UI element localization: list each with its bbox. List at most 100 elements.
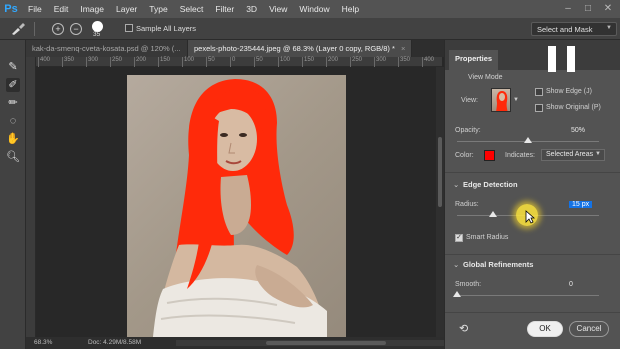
chevron-down-icon: ▼ [595, 151, 601, 157]
show-edge-label: Show Edge (J) [546, 88, 592, 95]
smart-radius-checkbox[interactable]: ✓ [455, 234, 463, 242]
mouse-pointer-icon [525, 210, 535, 224]
scrollbar-thumb[interactable] [266, 341, 386, 345]
tab-document-jpeg[interactable]: pexels-photo-235444.jpeg @ 68.3% (Layer … [188, 40, 412, 57]
horizontal-ruler: 400 350 300 250 200 150 100 50 0 50 100 … [36, 57, 442, 67]
close-icon[interactable]: ✕ [602, 3, 614, 15]
ruler-tick: 50 [206, 57, 215, 67]
canvas-area[interactable] [36, 67, 436, 337]
maximize-icon[interactable]: □ [582, 3, 594, 15]
smooth-value[interactable]: 0 [569, 281, 573, 288]
status-bar: 68.3% Doc: 4.29M/8.58M [26, 337, 466, 349]
vertical-ruler [26, 57, 36, 337]
ruler-tick: 300 [85, 57, 99, 67]
global-refinements-header[interactable]: ⌄ Global Refinements [453, 260, 533, 269]
options-bar: + − 35 Sample All Layers Select and Mask… [0, 18, 620, 40]
minimize-icon[interactable]: – [562, 3, 574, 15]
smooth-slider-track[interactable] [457, 295, 599, 296]
ruler-tick: 150 [301, 57, 315, 67]
document-tabs: kak-da-smenq-cveta-kosata.psd @ 120% (..… [26, 40, 444, 57]
menu-view[interactable]: View [263, 4, 293, 14]
expand-arrow-icon: ⌄ [453, 180, 460, 189]
view-mode-caret-icon[interactable]: ▼ [513, 97, 519, 103]
menu-bar: Ps File Edit Image Layer Type Select Fil… [0, 0, 620, 18]
cancel-button[interactable]: Cancel [569, 321, 609, 337]
smooth-label: Smooth: [455, 281, 482, 288]
select-and-mask-dropdown[interactable]: Select and Mask ▼ [531, 22, 617, 36]
view-thumbnail-image [496, 91, 508, 111]
ruler-tick: 350 [61, 57, 75, 67]
opacity-slider-thumb[interactable] [524, 137, 532, 143]
close-tab-icon[interactable]: × [401, 44, 405, 53]
horizontal-scrollbar[interactable] [176, 340, 466, 346]
ruler-tick: 250 [109, 57, 123, 67]
color-label: Color: [455, 152, 474, 159]
ruler-tick: 300 [373, 57, 387, 67]
brush-tool-icon[interactable]: ✏ [6, 96, 20, 110]
menu-edit[interactable]: Edit [48, 4, 75, 14]
tab-label: pexels-photo-235444.jpeg @ 68.3% (Layer … [194, 44, 395, 53]
show-edge-checkbox[interactable] [535, 88, 543, 96]
menu-type[interactable]: Type [143, 4, 173, 14]
opacity-value[interactable]: 50% [571, 127, 585, 134]
refine-edge-brush-tool-icon[interactable]: ✐ [6, 78, 20, 92]
radius-label: Radius: [455, 201, 479, 208]
show-original-checkbox[interactable] [535, 104, 543, 112]
ruler-tick: 200 [325, 57, 339, 67]
ruler-tick: 350 [397, 57, 411, 67]
menu-window[interactable]: Window [293, 4, 335, 14]
scrollbar-thumb[interactable] [438, 137, 442, 207]
document-image[interactable] [127, 75, 346, 337]
pause-bar-icon [548, 46, 556, 72]
vertical-scrollbar[interactable] [436, 67, 444, 337]
ok-button[interactable]: OK [527, 321, 563, 337]
edge-detection-header[interactable]: ⌄ Edge Detection [453, 180, 518, 189]
document-size: Doc: 4.29M/8.58M [88, 339, 142, 346]
tools-panel: ✎ ✐ ✏ ◌ ✋ 🔍︎ [0, 40, 26, 349]
ruler-tick: 250 [349, 57, 363, 67]
section-divider [445, 172, 620, 173]
radius-value[interactable]: 15 px [569, 201, 593, 208]
global-refinements-title: Global Refinements [463, 260, 534, 269]
plus-circle-icon[interactable]: + [52, 23, 64, 35]
photoshop-logo: Ps [4, 3, 18, 15]
ruler-tick: 100 [277, 57, 291, 67]
tab-document-psd[interactable]: kak-da-smenq-cveta-kosata.psd @ 120% (..… [26, 40, 188, 57]
ruler-tick: 400 [421, 57, 435, 67]
overlay-color-swatch[interactable] [484, 150, 495, 161]
indicates-dropdown[interactable]: Selected Areas ▼ [541, 149, 605, 161]
quick-selection-tool-icon[interactable]: ✎ [6, 60, 20, 74]
menu-file[interactable]: File [22, 4, 48, 14]
zoom-level[interactable]: 68.3% [34, 339, 52, 346]
menu-filter[interactable]: Filter [209, 4, 240, 14]
hand-tool-icon[interactable]: ✋ [6, 132, 20, 146]
opacity-label: Opacity: [455, 127, 481, 134]
ruler-tick: 50 [254, 57, 263, 67]
section-divider [445, 254, 620, 255]
refine-brush-icon[interactable] [10, 22, 26, 36]
tab-properties[interactable]: Properties [449, 50, 499, 70]
zoom-tool-icon[interactable]: 🔍︎ [6, 150, 20, 164]
menu-select[interactable]: Select [174, 4, 210, 14]
indicates-label: Indicates: [505, 152, 535, 159]
window-controls: – □ ✕ [562, 3, 614, 15]
sample-all-layers-checkbox[interactable] [125, 24, 133, 32]
properties-panel: Properties View Mode View: ▼ Show Edge (… [444, 40, 620, 349]
view-mode-title: View Mode [468, 74, 503, 81]
menu-layer[interactable]: Layer [110, 4, 143, 14]
minus-circle-icon[interactable]: − [70, 23, 82, 35]
select-and-mask-label: Select and Mask [537, 25, 593, 34]
view-label: View: [461, 97, 478, 104]
menu-3d[interactable]: 3D [240, 4, 263, 14]
ruler-tick: 200 [133, 57, 147, 67]
menu-image[interactable]: Image [74, 4, 110, 14]
lasso-tool-icon[interactable]: ◌ [6, 114, 20, 128]
radius-slider-thumb[interactable] [488, 211, 497, 217]
smart-radius-label: Smart Radius [466, 234, 509, 241]
smooth-slider-thumb[interactable] [453, 291, 461, 297]
expand-arrow-icon: ⌄ [453, 260, 460, 269]
tab-label: kak-da-smenq-cveta-kosata.psd @ 120% (..… [32, 44, 181, 53]
reset-icon[interactable]: ⟲ [459, 322, 473, 336]
view-mode-thumbnail[interactable] [491, 88, 511, 112]
menu-help[interactable]: Help [336, 4, 365, 14]
